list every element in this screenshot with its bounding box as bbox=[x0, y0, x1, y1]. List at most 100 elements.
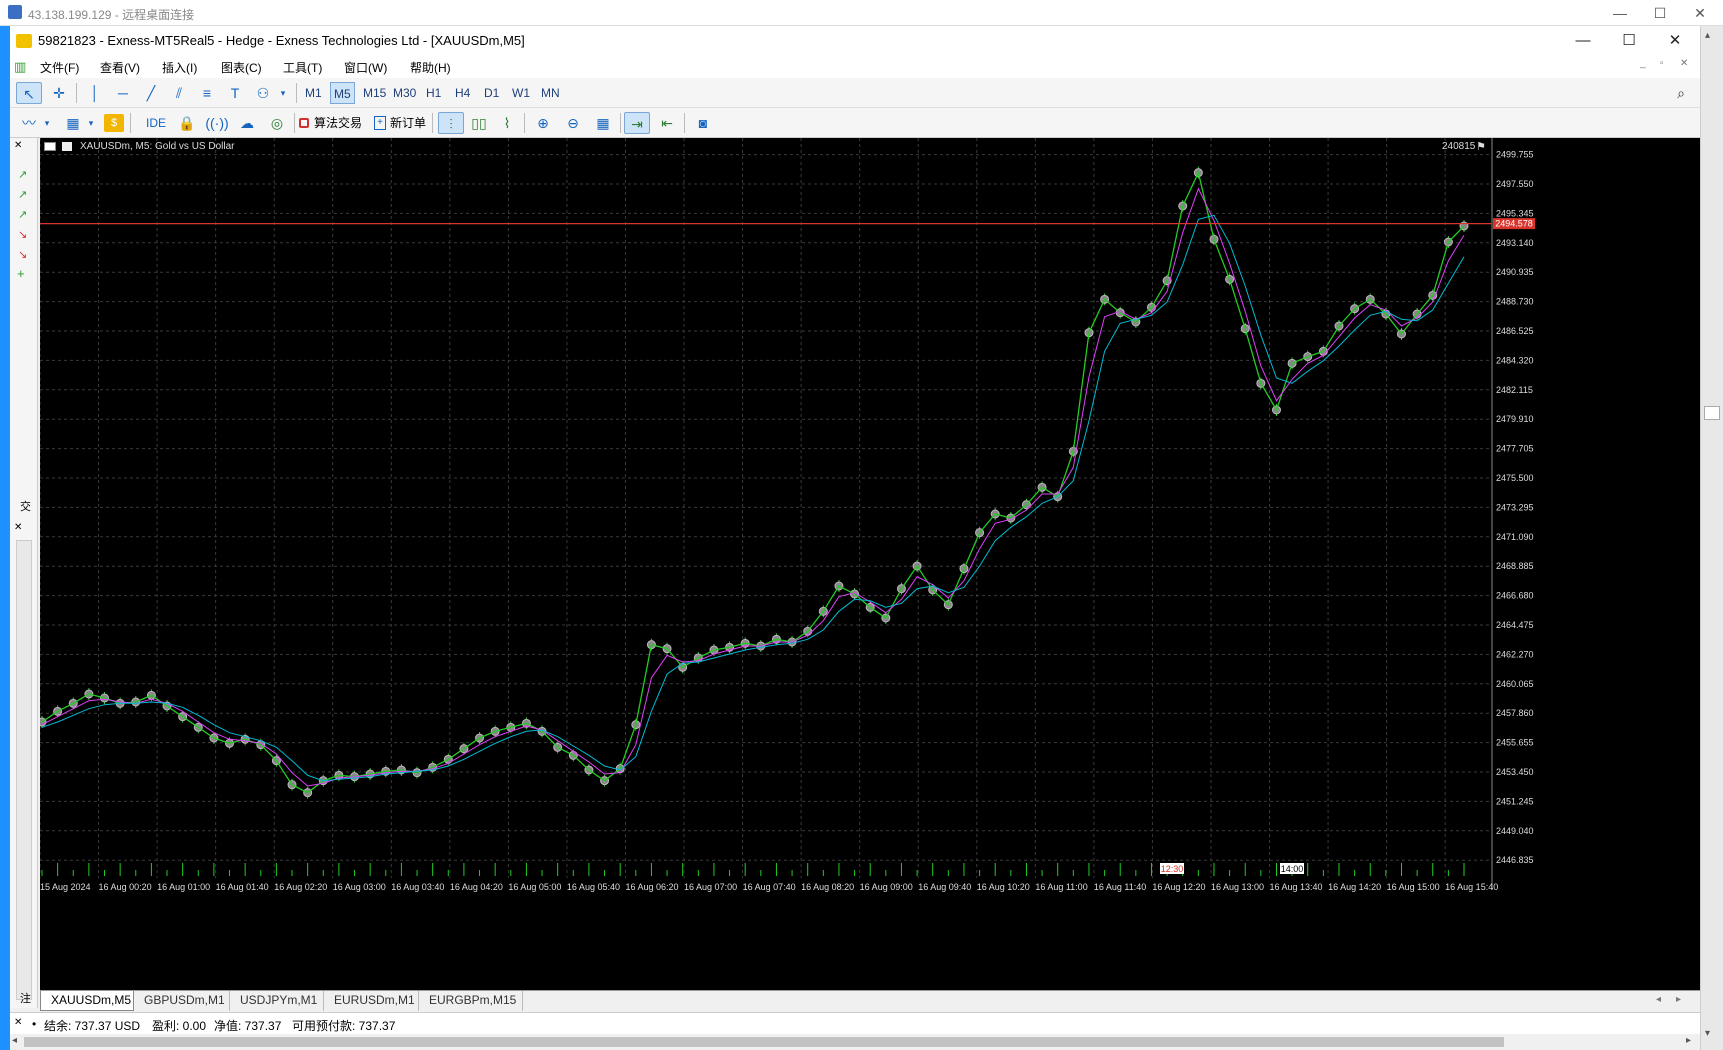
sell-arrow-icon[interactable]: ↘ bbox=[18, 248, 27, 261]
x-tick-label: 16 Aug 05:40 bbox=[567, 882, 620, 892]
hscroll-left-icon[interactable]: ◂ bbox=[12, 1035, 17, 1046]
rdp-minimize-button[interactable]: — bbox=[1600, 2, 1640, 24]
navigator-scrollbar[interactable] bbox=[16, 540, 32, 1000]
horizontal-line-icon[interactable]: ─ bbox=[110, 82, 136, 104]
cursor-tool-icon[interactable]: ↖ bbox=[16, 82, 42, 104]
x-tick-label: 16 Aug 03:00 bbox=[333, 882, 386, 892]
chart-shift-icon[interactable]: ⇤ bbox=[654, 112, 680, 134]
grid-icon[interactable]: ▦ bbox=[590, 112, 616, 134]
channel-icon[interactable]: ⫽ bbox=[166, 82, 192, 104]
tab-xauusdm-m5[interactable]: XAUUSDm,M5 bbox=[40, 991, 134, 1011]
cloud-icon[interactable]: ☁ bbox=[234, 112, 260, 134]
indicators-icon[interactable]: ▦ bbox=[60, 112, 86, 134]
new-order-button[interactable]: 新订单 bbox=[390, 113, 426, 133]
market-icon[interactable]: $ bbox=[104, 114, 124, 132]
zoom-out-icon[interactable]: ⊖ bbox=[560, 112, 586, 134]
bar-chart-icon[interactable]: ⫶ bbox=[438, 112, 464, 134]
zoom-in-icon[interactable]: ⊕ bbox=[530, 112, 556, 134]
horizontal-scrollbar[interactable]: ◂ ▸ bbox=[10, 1034, 1700, 1050]
vertical-scrollbar[interactable]: ▴ ▾ bbox=[1700, 26, 1723, 1050]
tf-m5[interactable]: M5 bbox=[330, 82, 355, 104]
screenshot-icon[interactable]: ◙ bbox=[690, 112, 716, 134]
tf-m1[interactable]: M1 bbox=[302, 82, 325, 104]
tab-usdjpym-m1[interactable]: USDJPYm,M1 bbox=[230, 991, 324, 1011]
mdi-restore-icon[interactable]: ▫ bbox=[1660, 58, 1664, 69]
navigator-close-icon[interactable]: ✕ bbox=[14, 140, 22, 151]
tab-eurgbpm-m15[interactable]: EURGBPm,M15 bbox=[419, 991, 523, 1011]
algo-trading-button[interactable]: 算法交易 bbox=[314, 113, 362, 133]
toolbox-close-icon[interactable]: ✕ bbox=[14, 522, 22, 533]
buy-arrow-icon[interactable]: ↗ bbox=[18, 188, 27, 201]
tabs-left-arrow-icon[interactable]: ◂ bbox=[1656, 994, 1661, 1005]
ide-button[interactable]: IDE bbox=[146, 113, 166, 133]
rdp-window-title: 43.138.199.129 - 远程桌面连接 bbox=[28, 8, 195, 22]
status-balance: 结余: 737.37 USD bbox=[44, 1019, 141, 1033]
mdi-close-icon[interactable]: ✕ bbox=[1680, 58, 1688, 69]
scroll-up-icon[interactable]: ▴ bbox=[1705, 30, 1710, 41]
chart-type-dropdown-icon[interactable]: ▾ bbox=[40, 112, 54, 134]
menu-window[interactable]: 窗口(W) bbox=[344, 59, 387, 76]
hscroll-thumb[interactable] bbox=[24, 1037, 1504, 1047]
tab-gbpusdm-m1[interactable]: GBPUSDm,M1 bbox=[134, 991, 230, 1011]
tabs-right-arrow-icon[interactable]: ▸ bbox=[1676, 994, 1681, 1005]
y-tick-label: 2468.885 bbox=[1496, 561, 1534, 571]
x-tick-label: 16 Aug 11:40 bbox=[1094, 882, 1146, 892]
tf-h4[interactable]: H4 bbox=[452, 82, 473, 104]
y-tick-label: 2486.525 bbox=[1496, 326, 1534, 336]
menu-file[interactable]: 文件(F) bbox=[40, 59, 79, 76]
vps-icon[interactable]: ◎ bbox=[264, 112, 290, 134]
app-minimize-button[interactable]: — bbox=[1562, 30, 1604, 52]
rdp-title-bar: 43.138.199.129 - 远程桌面连接 — ☐ ✕ bbox=[0, 0, 1723, 26]
trend-line-icon[interactable]: ╱ bbox=[138, 82, 164, 104]
chart-window-icon bbox=[62, 142, 72, 151]
price-chart[interactable]: 2499.755 2497.550 2495.345 2493.140 2490.935… bbox=[40, 138, 1700, 990]
crosshair-tool-icon[interactable]: ✛ bbox=[46, 82, 72, 104]
candlestick-icon[interactable]: ▯▯ bbox=[466, 112, 492, 134]
rdp-maximize-button[interactable]: ☐ bbox=[1640, 2, 1680, 24]
tf-h1[interactable]: H1 bbox=[423, 82, 444, 104]
scroll-down-icon[interactable]: ▾ bbox=[1705, 1028, 1710, 1039]
tf-mn[interactable]: MN bbox=[538, 82, 563, 104]
search-icon[interactable]: ⌕ bbox=[1668, 82, 1694, 104]
scroll-thumb[interactable] bbox=[1704, 406, 1720, 420]
menu-insert[interactable]: 插入(I) bbox=[162, 59, 197, 76]
lock-icon[interactable]: 🔒 bbox=[174, 112, 200, 134]
vertical-line-icon[interactable]: │ bbox=[82, 82, 108, 104]
menu-help[interactable]: 帮助(H) bbox=[410, 59, 451, 76]
app-close-button[interactable]: ✕ bbox=[1654, 30, 1696, 52]
x-tick-label: 16 Aug 11:00 bbox=[1035, 882, 1087, 892]
add-icon[interactable]: + bbox=[17, 266, 25, 281]
chart-type-icon[interactable]: 〰 bbox=[16, 112, 42, 134]
tf-d1[interactable]: D1 bbox=[481, 82, 502, 104]
menu-tools[interactable]: 工具(T) bbox=[283, 59, 322, 76]
buy-arrow-icon[interactable]: ↗ bbox=[18, 208, 27, 221]
chart-flag-right-icon[interactable]: ⚑ bbox=[1476, 140, 1486, 153]
y-tick-label: 2479.910 bbox=[1496, 414, 1534, 424]
mdi-minimize-icon[interactable]: _ bbox=[1640, 58, 1646, 69]
shapes-icon[interactable]: ⚇ bbox=[250, 82, 276, 104]
buy-arrow-icon[interactable]: ↗ bbox=[18, 168, 27, 181]
signals-icon[interactable]: ((·)) bbox=[204, 112, 230, 134]
hscroll-right-icon[interactable]: ▸ bbox=[1686, 1035, 1691, 1046]
indicators-dropdown-icon[interactable]: ▾ bbox=[84, 112, 98, 134]
app-maximize-button[interactable]: ☐ bbox=[1608, 30, 1650, 52]
x-tick-label: 15 Aug 2024 bbox=[40, 882, 91, 892]
tf-m30[interactable]: M30 bbox=[390, 82, 419, 104]
tf-w1[interactable]: W1 bbox=[509, 82, 533, 104]
x-tick-label: 16 Aug 09:40 bbox=[918, 882, 971, 892]
sell-arrow-icon[interactable]: ↘ bbox=[18, 228, 27, 241]
line-chart-icon[interactable]: ⌇ bbox=[494, 112, 520, 134]
shapes-dropdown-icon[interactable]: ▾ bbox=[276, 82, 290, 104]
tf-m15[interactable]: M15 bbox=[360, 82, 389, 104]
toolbar-drawing: ↖ ✛ │ ─ ╱ ⫽ ≡ T ⚇ ▾ M1 M5 M15 M30 H1 H4 … bbox=[10, 78, 1700, 108]
tab-eurusdm-m1[interactable]: EURUSDm,M1 bbox=[324, 991, 419, 1011]
fibonacci-icon[interactable]: ≡ bbox=[194, 82, 220, 104]
menu-charts[interactable]: 图表(C) bbox=[221, 59, 262, 76]
text-tool-icon[interactable]: T bbox=[222, 82, 248, 104]
toolbox-close-icon[interactable]: ✕ bbox=[14, 1017, 22, 1028]
autoscroll-icon[interactable]: ⇥ bbox=[624, 112, 650, 134]
x-tick-label: 16 Aug 07:00 bbox=[684, 882, 737, 892]
x-tick-label: 16 Aug 15:40 bbox=[1445, 882, 1498, 892]
menu-view[interactable]: 查看(V) bbox=[100, 59, 140, 76]
rdp-close-button[interactable]: ✕ bbox=[1680, 2, 1720, 24]
